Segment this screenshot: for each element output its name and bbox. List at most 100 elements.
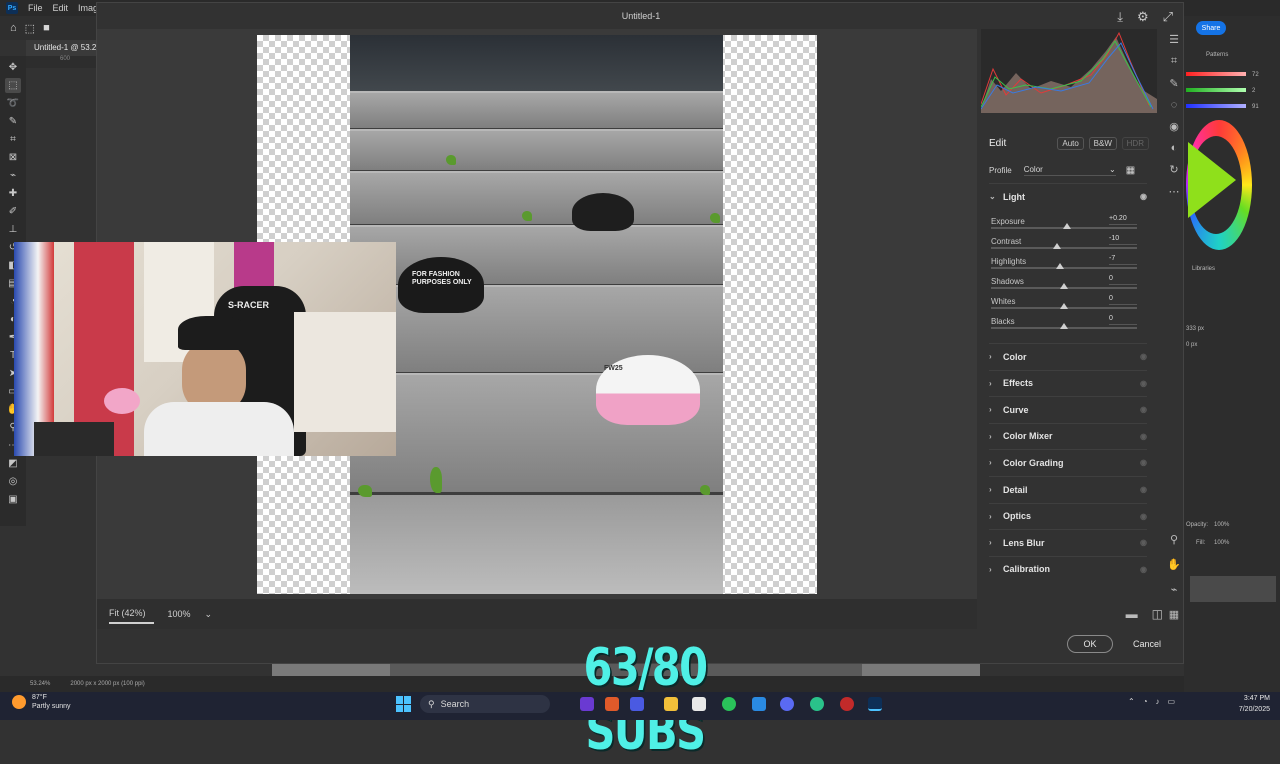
weather-widget[interactable]: 87°F Partly sunny bbox=[12, 693, 71, 711]
green-slider[interactable] bbox=[1186, 88, 1246, 92]
menu-edit[interactable]: Edit bbox=[53, 3, 69, 13]
store-app-icon[interactable] bbox=[692, 697, 706, 711]
teams-app-icon[interactable] bbox=[630, 697, 644, 711]
slider-thumb[interactable] bbox=[1055, 263, 1064, 269]
blue-slider[interactable] bbox=[1186, 104, 1246, 108]
taskbar-clock[interactable]: 3:47 PM 7/20/2025 bbox=[1222, 693, 1270, 715]
opacity-value[interactable]: 100% bbox=[1214, 522, 1229, 528]
screen-mode-icon[interactable]: ▣ bbox=[5, 492, 21, 507]
section-color-grading[interactable]: › Color Grading ◉ bbox=[989, 449, 1147, 475]
section-calibration[interactable]: › Calibration ◉ bbox=[989, 555, 1147, 582]
patterns-tab[interactable]: Patterns bbox=[1206, 52, 1228, 58]
brush-tool-icon[interactable]: ✐ bbox=[5, 204, 21, 219]
slider-value[interactable]: +0.20 bbox=[1109, 215, 1137, 225]
crop-tool-icon[interactable]: ⌗ bbox=[5, 132, 21, 147]
profile-select[interactable]: Color ⌄ bbox=[1023, 165, 1116, 176]
marquee-options-icon[interactable]: ⬚ bbox=[25, 22, 35, 35]
frame-tool-icon[interactable]: ⊠ bbox=[5, 150, 21, 165]
slider-highlights[interactable]: Highlights -7 bbox=[991, 255, 1137, 277]
section-curve[interactable]: › Curve ◉ bbox=[989, 396, 1147, 422]
zoom-dropdown-icon[interactable]: ⌄ bbox=[205, 609, 213, 620]
section-optics[interactable]: › Optics ◉ bbox=[989, 502, 1147, 529]
crop-icon[interactable]: ⌗ bbox=[1171, 55, 1177, 68]
zoom-100[interactable]: 100% bbox=[168, 609, 191, 619]
eye-icon[interactable]: ◉ bbox=[1140, 405, 1147, 414]
green-value[interactable]: 2 bbox=[1252, 88, 1255, 94]
libraries-tab[interactable]: Libraries bbox=[1192, 266, 1215, 272]
section-detail[interactable]: › Detail ◉ bbox=[989, 476, 1147, 502]
eye-icon[interactable]: ◉ bbox=[1140, 458, 1147, 467]
home-icon[interactable]: ⌂ bbox=[10, 22, 17, 34]
obs-app-icon[interactable] bbox=[840, 697, 854, 711]
slider-whites[interactable]: Whites 0 bbox=[991, 295, 1137, 317]
eye-icon[interactable]: ◉ bbox=[1140, 432, 1147, 441]
discord-app-icon[interactable] bbox=[780, 697, 794, 711]
ok-button[interactable]: OK bbox=[1067, 635, 1113, 653]
browser-app-icon[interactable] bbox=[810, 697, 824, 711]
red-eye-icon[interactable]: ◉ bbox=[1169, 120, 1179, 133]
file-explorer-icon[interactable] bbox=[664, 697, 678, 711]
tray-arrow-icon[interactable]: ⌃ bbox=[1128, 697, 1135, 706]
slider-blacks[interactable]: Blacks 0 bbox=[991, 315, 1137, 337]
eyedropper-tool-icon[interactable]: ⌁ bbox=[5, 168, 21, 183]
menu-file[interactable]: File bbox=[28, 3, 43, 13]
hdr-button[interactable]: HDR bbox=[1121, 137, 1149, 150]
eye-icon[interactable]: ◉ bbox=[1140, 192, 1147, 201]
masking-icon[interactable]: ◌ bbox=[1171, 99, 1178, 111]
more-options-icon[interactable]: ⋯ bbox=[1169, 185, 1180, 198]
document-tab[interactable]: Untitled-1 @ 53.2 bbox=[26, 40, 96, 56]
slider-value[interactable]: 0 bbox=[1109, 295, 1137, 305]
save-icon[interactable]: ⤓ bbox=[1117, 9, 1123, 25]
quick-mask-icon[interactable]: ◎ bbox=[5, 474, 21, 489]
color-swatches-icon[interactable]: ◩ bbox=[5, 456, 21, 471]
fullscreen-icon[interactable]: ⤢ bbox=[1163, 9, 1173, 25]
slider-track[interactable] bbox=[991, 267, 1137, 269]
eye-icon[interactable]: ◉ bbox=[1140, 538, 1147, 547]
slider-shadows[interactable]: Shadows 0 bbox=[991, 275, 1137, 297]
blue-value[interactable]: 91 bbox=[1252, 104, 1259, 110]
offset-value[interactable]: 0 px bbox=[1186, 342, 1197, 348]
zoom-icon[interactable]: ⚲ bbox=[1170, 533, 1178, 546]
color-sampler-icon[interactable]: ⌁ bbox=[1171, 583, 1178, 596]
share-button[interactable]: Share bbox=[1196, 21, 1226, 35]
auto-button[interactable]: Auto bbox=[1057, 137, 1084, 150]
bw-button[interactable]: B&W bbox=[1088, 137, 1117, 150]
volume-icon[interactable]: ♪ bbox=[1156, 697, 1160, 706]
battery-icon[interactable]: ▭ bbox=[1168, 697, 1176, 706]
settings-gear-icon[interactable]: ⚙ bbox=[1137, 9, 1149, 25]
hand-icon[interactable]: ✋ bbox=[1167, 558, 1181, 571]
red-value[interactable]: 72 bbox=[1252, 72, 1259, 78]
zoom-fit[interactable]: Fit (42%) bbox=[109, 604, 154, 624]
eye-icon[interactable]: ◉ bbox=[1140, 512, 1147, 521]
slider-value[interactable]: 0 bbox=[1109, 275, 1137, 285]
slider-thumb[interactable] bbox=[1060, 303, 1068, 309]
snapshots-icon[interactable]: ↻ bbox=[1169, 163, 1178, 176]
grid-overlay-icon[interactable]: ▦ bbox=[1169, 608, 1179, 621]
section-effects[interactable]: › Effects ◉ bbox=[989, 369, 1147, 396]
stamp-tool-icon[interactable]: ⊥ bbox=[5, 222, 21, 237]
width-value[interactable]: 333 px bbox=[1186, 326, 1204, 332]
photoshop-taskbar-icon[interactable] bbox=[868, 697, 882, 711]
slider-value[interactable]: -7 bbox=[1109, 255, 1137, 265]
edit-sliders-icon[interactable]: ☰ bbox=[1169, 33, 1179, 46]
square-mode-icon[interactable]: ■ bbox=[43, 22, 50, 34]
slider-thumb[interactable] bbox=[1062, 223, 1071, 229]
fill-value[interactable]: 100% bbox=[1214, 540, 1229, 546]
move-tool-icon[interactable]: ✥ bbox=[5, 60, 21, 75]
layer-row[interactable] bbox=[1190, 576, 1276, 602]
eye-icon[interactable]: ◉ bbox=[1140, 485, 1147, 494]
copilot-app-icon[interactable] bbox=[580, 697, 594, 711]
remove-icon[interactable]: ✎ bbox=[1169, 77, 1178, 90]
profile-browser-icon[interactable]: ▦ bbox=[1126, 165, 1135, 176]
slider-contrast[interactable]: Contrast -10 bbox=[991, 235, 1137, 257]
slider-value[interactable]: -10 bbox=[1109, 235, 1137, 245]
chrome-app-icon[interactable] bbox=[722, 697, 736, 711]
section-lens-blur[interactable]: › Lens Blur ◉ bbox=[989, 529, 1147, 555]
slider-thumb[interactable] bbox=[1052, 243, 1061, 249]
slider-track[interactable] bbox=[991, 247, 1137, 249]
notepad-app-icon[interactable] bbox=[752, 697, 766, 711]
section-light[interactable]: ⌄ Light ◉ bbox=[989, 183, 1147, 209]
windows-start-icon[interactable] bbox=[396, 696, 412, 712]
healing-tool-icon[interactable]: ✚ bbox=[5, 186, 21, 201]
eye-icon[interactable]: ◉ bbox=[1140, 352, 1147, 361]
